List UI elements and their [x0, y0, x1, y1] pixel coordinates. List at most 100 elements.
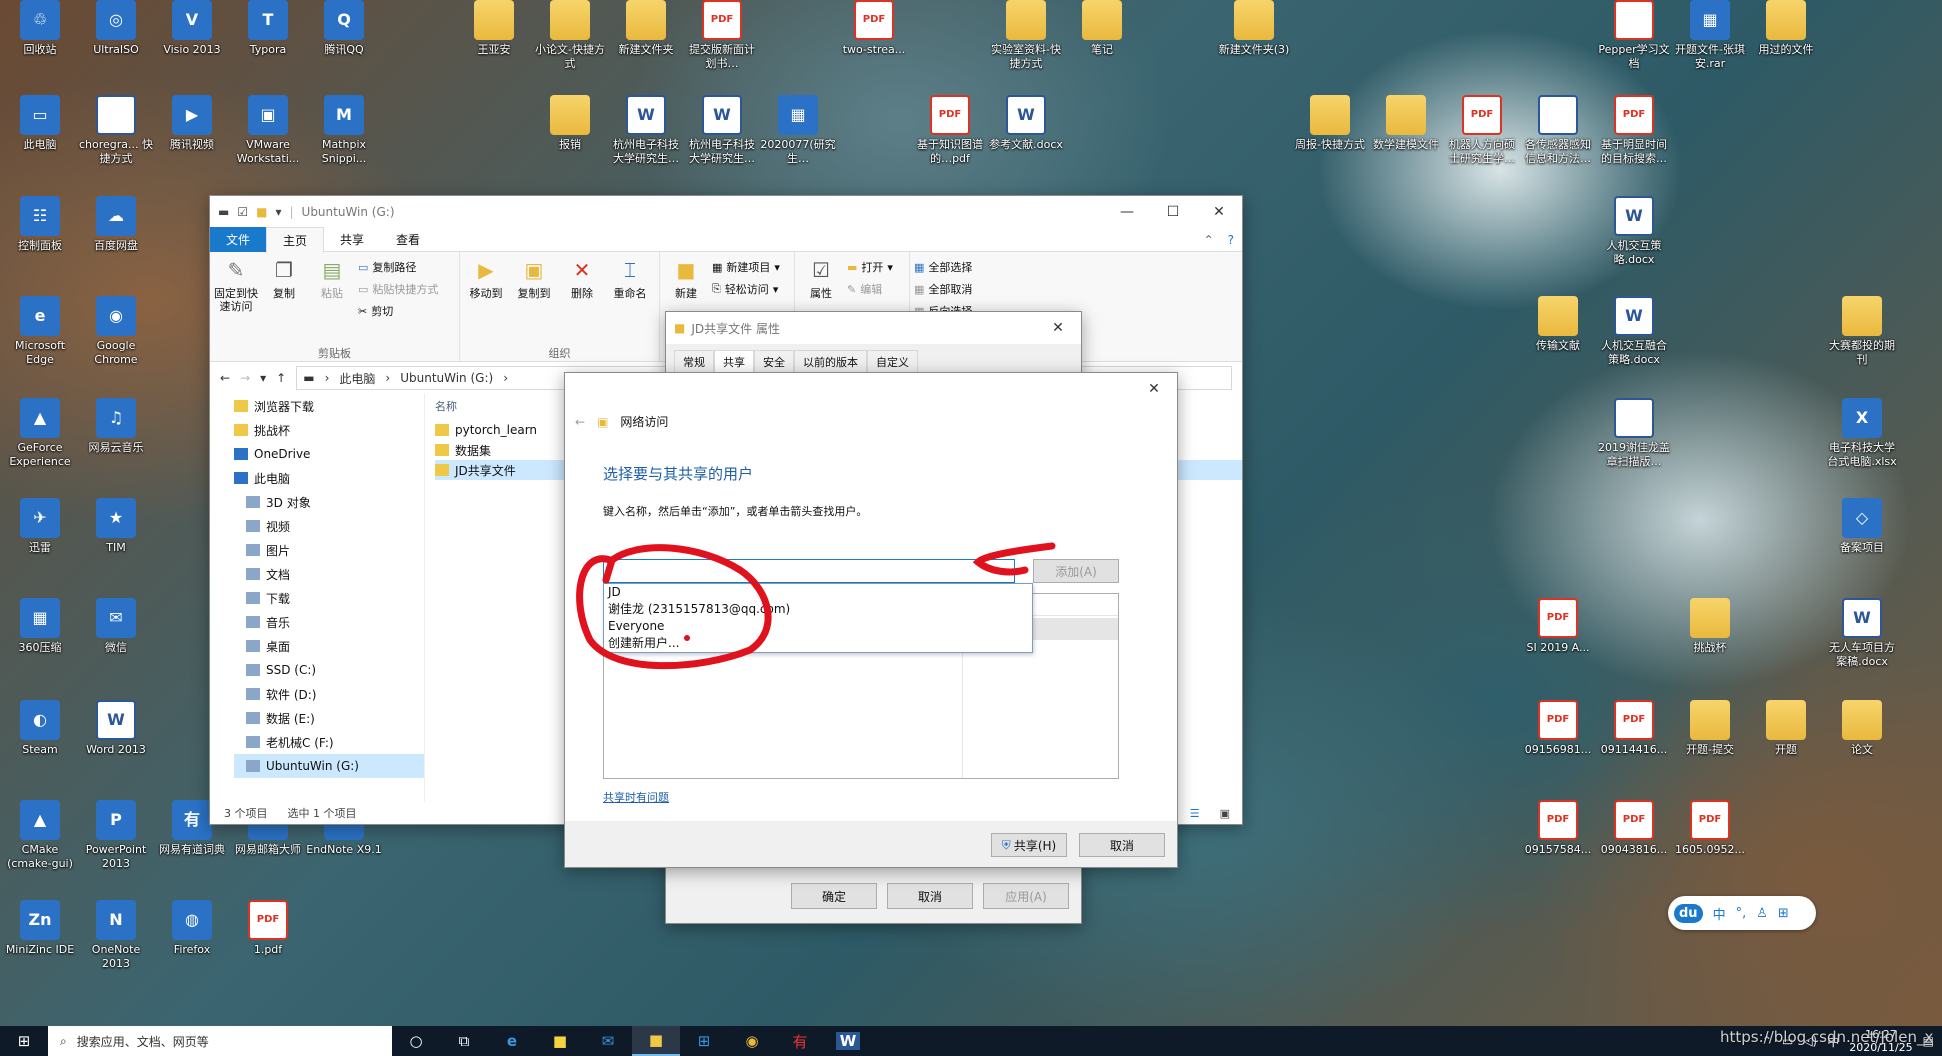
- desktop-icon[interactable]: W 参考文献.docx: [988, 95, 1064, 152]
- cortana-button[interactable]: ○: [392, 1026, 440, 1056]
- desktop-icon[interactable]: ♫ 网易云音乐: [78, 398, 154, 455]
- desktop-icon[interactable]: M Mathpix Snippi...: [306, 95, 382, 166]
- desktop-icon[interactable]: 小论文-快捷方式: [532, 0, 608, 71]
- minimize-button[interactable]: —: [1104, 196, 1150, 228]
- taskbar-word[interactable]: W: [824, 1026, 872, 1056]
- move-to-button[interactable]: ▶ 移动到: [464, 256, 508, 345]
- explorer-titlebar[interactable]: ▬ ☑ ■ ▾ | UbuntuWin (G:) — ☐ ✕: [210, 196, 1242, 228]
- desktop-icon[interactable]: PDF two-strea...: [836, 0, 912, 57]
- desktop-icon[interactable]: ◎ UltraISO: [78, 0, 154, 57]
- tab-home[interactable]: 主页: [266, 226, 325, 253]
- tab-file[interactable]: 文件: [210, 227, 267, 252]
- properties-close-button[interactable]: ✕: [1035, 312, 1081, 344]
- dropdown-arrow-icon[interactable]: ▾: [996, 564, 1014, 578]
- rename-button[interactable]: ⌶ 重命名: [608, 256, 652, 345]
- tree-item[interactable]: 文档: [234, 562, 424, 586]
- tab-share[interactable]: 共享: [324, 227, 380, 252]
- desktop-icon[interactable]: 传输文献: [1520, 296, 1596, 353]
- properties-tab[interactable]: 常规: [674, 350, 714, 373]
- share-button[interactable]: ⛨ 共享(H): [991, 833, 1067, 857]
- folder-icon[interactable]: ■: [256, 205, 267, 219]
- desktop-icon[interactable]: T Typora: [230, 0, 306, 57]
- add-button[interactable]: 添加(A): [1033, 559, 1119, 583]
- punctuation-icon[interactable]: °,: [1736, 906, 1747, 921]
- desktop-icon[interactable]: 开题-提交: [1672, 700, 1748, 757]
- desktop-icon[interactable]: ◉ Google Chrome: [78, 296, 154, 367]
- desktop-icon[interactable]: ★ TIM: [78, 498, 154, 555]
- properties-icon[interactable]: ▬: [218, 205, 229, 219]
- desktop-icon[interactable]: W 人机交互策略.docx: [1596, 196, 1672, 267]
- tree-item[interactable]: 浏览器下载: [234, 394, 424, 418]
- desktop-icon[interactable]: ◇ 备案项目: [1824, 498, 1900, 555]
- pin-button[interactable]: ✎ 固定到快速访问: [214, 256, 258, 345]
- desktop-icon[interactable]: V Visio 2013: [154, 0, 230, 57]
- desktop-icon[interactable]: PDF 1.pdf: [230, 900, 306, 957]
- desktop-icon[interactable]: W 杭州电子科技大学研究生…: [608, 95, 684, 166]
- grid-icon[interactable]: ⊞: [1778, 906, 1789, 921]
- recent-icon[interactable]: ▾: [260, 371, 266, 385]
- desktop-icon[interactable]: 新建文件夹: [608, 0, 684, 57]
- dropdown-option[interactable]: Everyone: [604, 618, 1032, 635]
- tree-item[interactable]: 下载: [234, 586, 424, 610]
- maximize-button[interactable]: ☐: [1150, 196, 1196, 228]
- desktop-icon[interactable]: 挑战杯: [1672, 598, 1748, 655]
- properties-tab[interactable]: 自定义: [867, 350, 918, 373]
- desktop-icon[interactable]: PDF 提交版新面计划书…: [684, 0, 760, 71]
- forward-icon[interactable]: →: [240, 371, 250, 385]
- close-button[interactable]: ✕: [1196, 196, 1242, 228]
- desktop-icon[interactable]: ☷ 控制面板: [2, 196, 78, 253]
- ribbon-collapse-icon[interactable]: ⌃: [1198, 233, 1220, 247]
- tree-item[interactable]: 3D 对象: [234, 490, 424, 514]
- desktop-icon[interactable]: PDF SI 2019 A...: [1520, 598, 1596, 655]
- copy-to-button[interactable]: ▣ 复制到: [512, 256, 556, 345]
- taskbar-sticky-notes[interactable]: ■: [536, 1026, 584, 1056]
- desktop-icon[interactable]: W 杭州电子科技大学研究生…: [684, 95, 760, 166]
- user-name-input[interactable]: [604, 561, 996, 581]
- desktop-icon[interactable]: e Microsoft Edge: [2, 296, 78, 367]
- tree-item[interactable]: 音乐: [234, 610, 424, 634]
- desktop-icon[interactable]: PDF 09114416...: [1596, 700, 1672, 757]
- desktop-icon[interactable]: PDF 09043816...: [1596, 800, 1672, 857]
- desktop-icon[interactable]: 实验室资料-快捷方式: [988, 0, 1064, 71]
- desktop-icon[interactable]: P PowerPoint 2013: [78, 800, 154, 871]
- desktop-icon[interactable]: Q 腾讯QQ: [306, 0, 382, 57]
- new-item-button[interactable]: ▦ 新建项目 ▾: [712, 256, 780, 278]
- ime-toolbar[interactable]: du 中 °, ♙ ⊞: [1668, 896, 1816, 930]
- taskbar-edge[interactable]: e: [488, 1026, 536, 1056]
- tree-item[interactable]: 老机械C (F:): [234, 730, 424, 754]
- desktop-icon[interactable]: PDF 09157584...: [1520, 800, 1596, 857]
- desktop-icon[interactable]: 新建文件夹(3): [1216, 0, 1292, 57]
- chevron-down-icon[interactable]: ▾: [275, 205, 281, 219]
- select-all-button[interactable]: ▦ 全部选择: [914, 256, 1006, 278]
- desktop-icon[interactable]: ▲ GeForce Experience: [2, 398, 78, 469]
- desktop-icon[interactable]: ▦ 开题文件-张琪安.rar: [1672, 0, 1748, 71]
- copy-path-button[interactable]: ▭ 复制路径: [358, 256, 438, 278]
- tree-item[interactable]: 视频: [234, 514, 424, 538]
- desktop-icon[interactable]: 王亚安: [456, 0, 532, 57]
- desktop-icon[interactable]: 报销: [532, 95, 608, 152]
- desktop-icon[interactable]: W 人机交互融合策略.docx: [1596, 296, 1672, 367]
- paste-shortcut-button[interactable]: ▭ 粘贴快捷方式: [358, 278, 438, 300]
- delete-button[interactable]: ✕ 删除: [560, 256, 604, 345]
- share-cancel-button[interactable]: 取消: [1079, 833, 1165, 857]
- desktop-icon[interactable]: X 电子科技大学台式电脑.xlsx: [1824, 398, 1900, 469]
- desktop-icon[interactable]: 论文: [1824, 700, 1900, 757]
- tree-item[interactable]: 软件 (D:): [234, 682, 424, 706]
- select-none-button[interactable]: ▦ 全部取消: [914, 278, 1006, 300]
- desktop-icon[interactable]: PDF 机器人方向硕士研究生学…: [1444, 95, 1520, 166]
- tree-item[interactable]: 此电脑: [234, 466, 424, 490]
- desktop-icon[interactable]: 开题: [1748, 700, 1824, 757]
- desktop-icon[interactable]: ▭ 此电脑: [2, 95, 78, 152]
- copy-button[interactable]: ❐ 复制: [262, 256, 306, 345]
- back-icon[interactable]: ←: [220, 371, 230, 385]
- large-icons-view-icon[interactable]: ▣: [1220, 807, 1230, 820]
- edit-button[interactable]: ✎ 编辑: [847, 278, 893, 300]
- tree-item[interactable]: 桌面: [234, 634, 424, 658]
- breadcrumb-this-pc[interactable]: 此电脑: [339, 370, 375, 387]
- desktop-icon[interactable]: ♲ 回收站: [2, 0, 78, 57]
- properties-ok-button[interactable]: 确定: [791, 883, 877, 909]
- desktop-icon[interactable]: ▦ 360压缩: [2, 598, 78, 655]
- desktop-icon[interactable]: 用过的文件: [1748, 0, 1824, 57]
- desktop-icon[interactable]: 大赛都投的期刊: [1824, 296, 1900, 367]
- taskbar-store[interactable]: ⊞: [680, 1026, 728, 1056]
